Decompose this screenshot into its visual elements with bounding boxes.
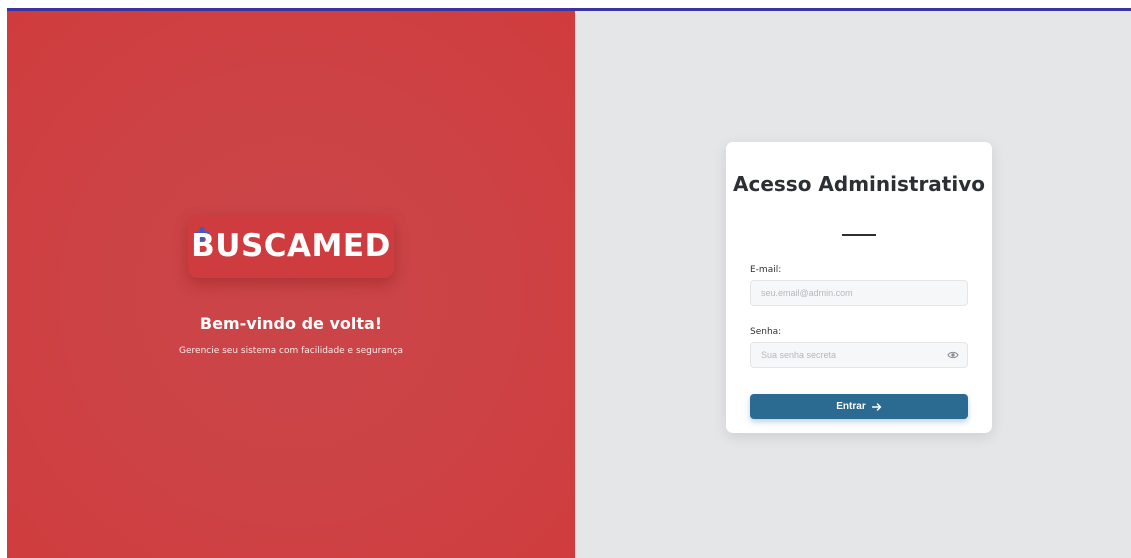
login-card: Acesso Administrativo E-mail: Senha: Ent… [726,142,992,433]
email-label: E-mail: [750,265,782,275]
password-field[interactable] [751,343,967,367]
logo: BUSCAMED [188,215,394,278]
password-field-container [750,342,968,368]
logo-text: BUSCAMED [191,228,391,264]
eye-icon[interactable] [947,350,959,360]
email-field[interactable] [751,281,967,305]
login-button-label: Entrar [836,401,866,412]
brand-panel: BUSCAMED Bem-vindo de volta! Gerencie se… [7,11,575,558]
login-panel: Acesso Administrativo E-mail: Senha: Ent… [575,11,1131,558]
login-button[interactable]: Entrar [750,394,968,419]
login-title: Acesso Administrativo [732,172,985,196]
browser-top-bar [0,0,1131,11]
title-underline [842,234,876,236]
email-field-container [750,280,968,306]
welcome-title: Bem-vindo de volta! [199,314,383,333]
password-label: Senha: [750,327,782,337]
arrow-right-icon [871,402,881,411]
welcome-subtitle: Gerencie seu sistema com facilidade e se… [179,346,403,356]
